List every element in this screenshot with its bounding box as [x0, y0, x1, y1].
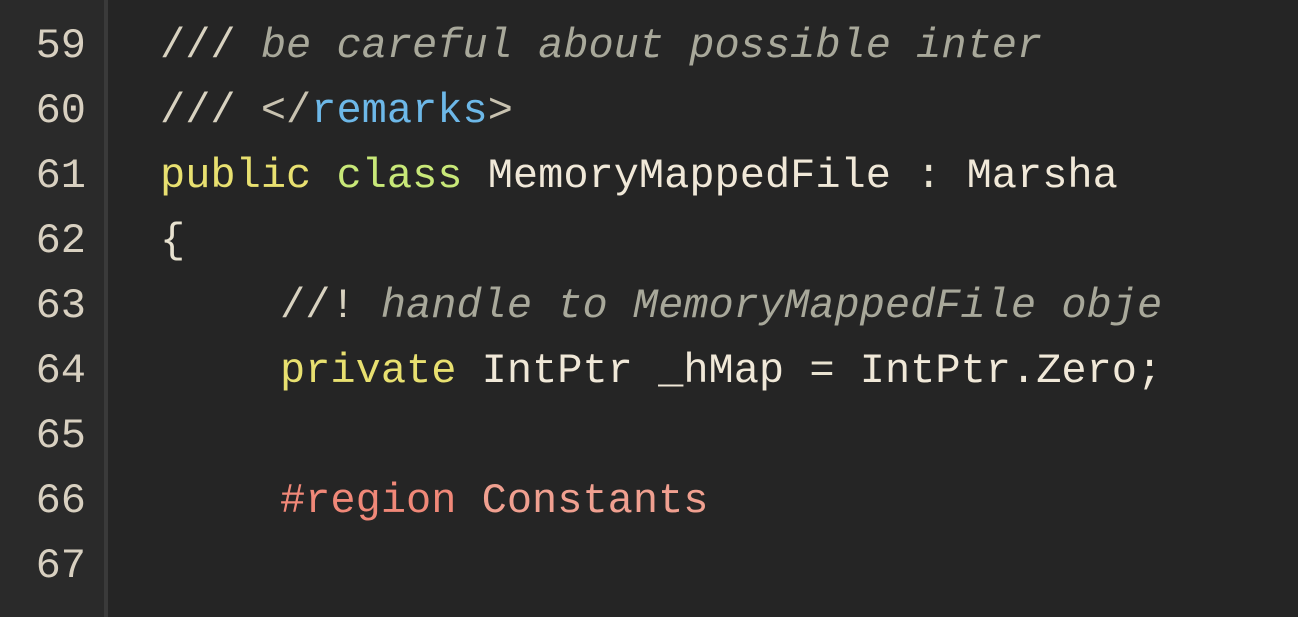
doc-comment-slashes: /// — [160, 87, 261, 135]
line-number: 63 — [0, 274, 104, 339]
line-number: 62 — [0, 209, 104, 274]
field-name: _hMap — [658, 347, 784, 395]
code-line[interactable] — [160, 404, 1298, 469]
doc-comment-text: be careful about possible inter — [236, 22, 1043, 70]
base-class: Marsha — [967, 152, 1118, 200]
code-line[interactable] — [160, 534, 1298, 599]
keyword-public: public — [160, 152, 311, 200]
xml-tag: remarks — [311, 87, 487, 135]
xml-bracket: > — [488, 87, 513, 135]
line-number: 59 — [0, 14, 104, 79]
line-number-gutter: 59 60 61 62 63 64 65 66 67 — [0, 0, 108, 617]
code-line[interactable]: private IntPtr _hMap = IntPtr.Zero; — [160, 339, 1298, 404]
colon: : — [891, 152, 967, 200]
code-line[interactable]: { — [160, 209, 1298, 274]
line-number: 66 — [0, 469, 104, 534]
equals: = — [784, 347, 860, 395]
code-line[interactable]: /// </remarks> — [160, 79, 1298, 144]
keyword-class: class — [336, 152, 462, 200]
line-number: 67 — [0, 534, 104, 599]
code-line[interactable]: //! handle to MemoryMappedFile obje — [160, 274, 1298, 339]
class-name: MemoryMappedFile — [488, 152, 891, 200]
region-name: Constants — [456, 477, 708, 525]
xml-bracket: </ — [261, 87, 311, 135]
region-directive: #region — [280, 477, 456, 525]
keyword-private: private — [280, 347, 456, 395]
code-line[interactable]: #region Constants — [160, 469, 1298, 534]
line-number: 61 — [0, 144, 104, 209]
open-brace: { — [160, 217, 185, 265]
type-name: IntPtr — [482, 347, 633, 395]
line-number: 65 — [0, 404, 104, 469]
code-editor[interactable]: 59 60 61 62 63 64 65 66 67 /// be carefu… — [0, 0, 1298, 617]
doc-comment-slashes: /// — [160, 22, 236, 70]
comment-slashes: //! — [280, 282, 356, 330]
value: IntPtr.Zero; — [860, 347, 1162, 395]
line-number: 60 — [0, 79, 104, 144]
comment-text: handle to MemoryMappedFile obje — [356, 282, 1163, 330]
code-line[interactable]: /// be careful about possible inter — [160, 14, 1298, 79]
code-line[interactable]: public class MemoryMappedFile : Marsha — [160, 144, 1298, 209]
line-number: 64 — [0, 339, 104, 404]
code-area[interactable]: /// be careful about possible inter /// … — [108, 0, 1298, 617]
